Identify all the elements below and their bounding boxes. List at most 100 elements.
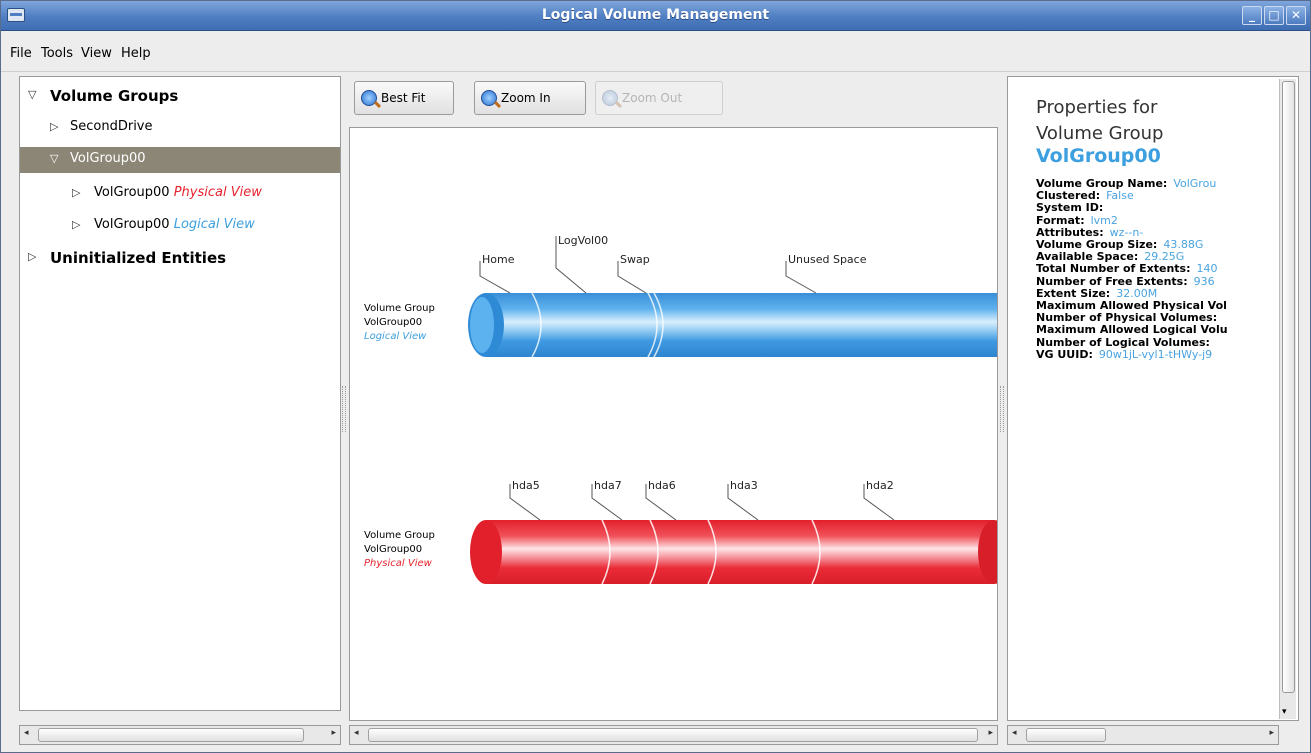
scroll-thumb[interactable] <box>1282 81 1295 693</box>
scroll-left-arrow-icon[interactable]: ◂ <box>24 728 29 738</box>
pane-resize-handle[interactable] <box>342 386 346 432</box>
property-value: 43.88G <box>1163 238 1204 251</box>
property-key: Maximum Allowed Physical Vol <box>1036 299 1227 312</box>
properties-horizontal-scrollbar[interactable]: ◂ ▸ <box>1007 725 1279 745</box>
tree-label: Uninitialized Entities <box>50 249 227 267</box>
svg-text:LogVol00: LogVol00 <box>558 234 608 247</box>
property-row: Number of Logical Volumes: <box>1036 336 1216 349</box>
magnifier-icon <box>602 90 618 106</box>
physical-label-hda7[interactable]: hda7 <box>591 479 623 521</box>
magnifier-icon <box>361 90 377 106</box>
physical-label-hda6[interactable]: hda6 <box>645 479 677 521</box>
collapsed-arrow-icon[interactable]: ▷ <box>72 218 80 231</box>
property-key: Extent Size: <box>1036 286 1111 300</box>
tree-label-name: VolGroup00 <box>94 185 170 200</box>
window-title: Logical Volume Management <box>541 7 770 23</box>
physical-label-hda3[interactable]: hda3 <box>727 479 759 521</box>
property-row: Number of Physical Volumes: <box>1036 311 1223 324</box>
scroll-left-arrow-icon[interactable]: ◂ <box>354 728 359 738</box>
heading-line: Volume Group <box>1036 123 1164 144</box>
svg-text:hda5: hda5 <box>512 479 540 492</box>
view-toolbar: Best Fit Zoom In Zoom Out <box>346 76 998 124</box>
physical-volume-cylinder <box>470 519 997 585</box>
tree-horizontal-scrollbar[interactable]: ◂ ▸ <box>19 725 341 745</box>
expanded-arrow-icon[interactable]: ▽ <box>28 88 36 101</box>
logical-view-caption: Volume Group VolGroup00 Logical View <box>364 302 435 344</box>
pane-resize-handle[interactable] <box>1000 386 1004 432</box>
logical-label-swap[interactable]: Swap <box>617 253 650 294</box>
minimize-button[interactable]: _ <box>1242 6 1262 25</box>
logical-volume-cylinder <box>468 292 997 358</box>
tree-item-physical-view[interactable]: ▷ VolGroup00 Physical View <box>20 181 340 207</box>
menu-help[interactable]: Help <box>121 46 151 61</box>
caption-line: Volume Group <box>364 303 435 314</box>
caption-view-type: Logical View <box>364 331 427 342</box>
property-key: Number of Free Extents: <box>1036 274 1188 288</box>
property-key: Volume Group Name: <box>1036 177 1168 190</box>
property-key: Clustered: <box>1036 189 1101 203</box>
scroll-down-arrow-icon[interactable]: ▾ <box>1282 707 1287 717</box>
property-row: Total Number of Extents: 140 <box>1036 262 1218 275</box>
svg-text:hda7: hda7 <box>594 479 622 492</box>
zoom-out-button[interactable]: Zoom Out <box>595 81 723 115</box>
logical-label-logvol00[interactable]: LogVol00 <box>555 234 608 294</box>
property-row: Clustered: False <box>1036 189 1134 202</box>
menu-tools[interactable]: Tools <box>41 46 73 61</box>
scroll-left-arrow-icon[interactable]: ◂ <box>1012 728 1017 738</box>
tree-item-volgroup00[interactable]: ▽ VolGroup00 <box>20 147 340 173</box>
logical-label-unused-space[interactable]: Unused Space <box>785 253 867 294</box>
canvas-horizontal-scrollbar[interactable]: ◂ ▸ <box>349 725 998 745</box>
scroll-thumb[interactable] <box>368 728 978 742</box>
caption-line: Volume Group <box>364 530 435 541</box>
close-button[interactable]: ✕ <box>1286 6 1306 25</box>
button-label: Best Fit <box>381 91 426 105</box>
physical-label-hda2[interactable]: hda2 <box>863 479 895 521</box>
collapsed-arrow-icon[interactable]: ▷ <box>72 186 80 199</box>
properties-name: VolGroup00 <box>1036 145 1161 167</box>
magnifier-icon <box>481 90 497 106</box>
scroll-thumb[interactable] <box>1026 728 1106 742</box>
scroll-right-arrow-icon[interactable]: ▸ <box>1269 728 1274 738</box>
property-key: Volume Group Size: <box>1036 238 1158 251</box>
property-row: Volume Group Name: VolGrou <box>1036 177 1216 190</box>
scroll-thumb[interactable] <box>38 728 304 742</box>
zoom-in-button[interactable]: Zoom In <box>474 81 586 115</box>
tree-item-volume-groups[interactable]: ▽ Volume Groups <box>20 83 340 109</box>
collapsed-arrow-icon[interactable]: ▷ <box>50 120 58 133</box>
properties-vertical-scrollbar[interactable]: ▾ <box>1279 79 1296 719</box>
property-value: lvm2 <box>1090 213 1118 227</box>
property-value: wz--n- <box>1109 225 1144 239</box>
volume-tree: ▽ Volume Groups ▷ SecondDrive ▽ VolGroup… <box>19 76 341 711</box>
properties-panel: Properties for Volume Group VolGroup00 V… <box>1007 76 1299 721</box>
property-key: Format: <box>1036 213 1085 227</box>
volume-canvas[interactable]: Home LogVol00 Swap Unused Space hda5 hda… <box>349 127 998 721</box>
maximize-button[interactable]: □ <box>1264 6 1284 25</box>
tree-item-second-drive[interactable]: ▷ SecondDrive <box>20 115 340 141</box>
tree-item-uninitialized[interactable]: ▷ Uninitialized Entities <box>20 245 340 271</box>
lvm-window: Logical Volume Management _ □ ✕ File Too… <box>0 0 1311 753</box>
best-fit-button[interactable]: Best Fit <box>354 81 454 115</box>
button-label: Zoom Out <box>622 91 683 105</box>
property-row: Number of Free Extents: 936 <box>1036 275 1215 288</box>
physical-label-hda5[interactable]: hda5 <box>509 479 541 521</box>
title-bar: Logical Volume Management _ □ ✕ <box>1 1 1310 31</box>
property-key: VG UUID: <box>1036 347 1093 361</box>
svg-text:hda6: hda6 <box>648 479 676 492</box>
property-row: Extent Size: 32.00M <box>1036 287 1157 300</box>
scroll-right-arrow-icon[interactable]: ▸ <box>988 728 993 738</box>
caption-line: VolGroup00 <box>364 317 423 328</box>
property-key: System ID: <box>1036 201 1104 215</box>
physical-view-tag: Physical View <box>173 185 262 200</box>
tree-label: SecondDrive <box>70 119 153 134</box>
svg-text:hda3: hda3 <box>730 479 758 492</box>
expanded-arrow-icon[interactable]: ▽ <box>50 152 58 165</box>
collapsed-arrow-icon[interactable]: ▷ <box>28 250 36 263</box>
svg-text:hda2: hda2 <box>866 479 894 492</box>
menu-file[interactable]: File <box>10 46 32 61</box>
menu-view[interactable]: View <box>81 46 112 61</box>
tree-item-logical-view[interactable]: ▷ VolGroup00 Logical View <box>20 213 340 239</box>
scroll-right-arrow-icon[interactable]: ▸ <box>331 728 336 738</box>
tree-label: Volume Groups <box>50 87 179 105</box>
property-row: VG UUID: 90w1jL-vyl1-tHWy-j9 <box>1036 348 1212 361</box>
logical-label-home[interactable]: Home <box>479 253 515 294</box>
